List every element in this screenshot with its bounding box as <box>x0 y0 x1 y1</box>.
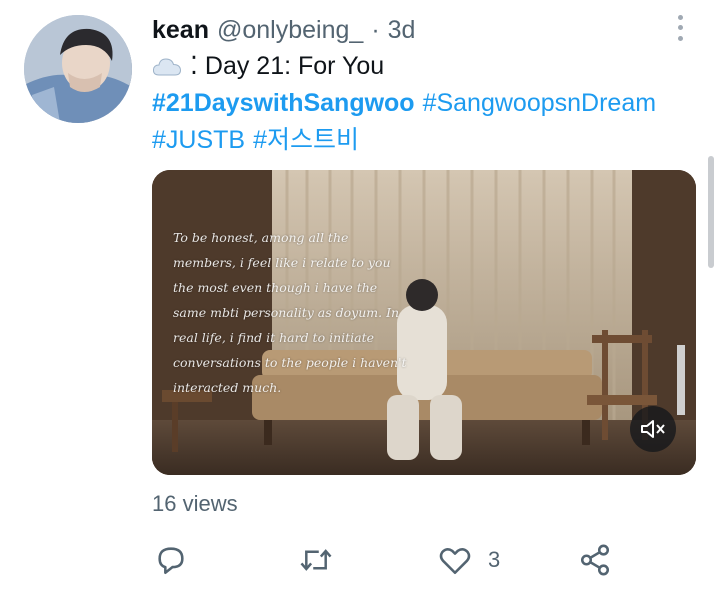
retweet-button[interactable] <box>298 538 334 582</box>
more-icon[interactable] <box>669 12 691 44</box>
video-player[interactable]: To be honest, among all the members, i f… <box>152 170 696 475</box>
tweet-actions: 3 <box>152 538 622 582</box>
tweet-line-3: #JUSTB #저스트비 <box>152 122 697 159</box>
hashtag-link[interactable]: #SangwoopsnDream <box>423 85 656 122</box>
mute-button[interactable] <box>630 406 676 452</box>
view-count: 16 views <box>152 491 238 516</box>
avatar[interactable] <box>24 15 132 123</box>
tweet-header: kean @onlybeing_ · 3d <box>152 13 415 47</box>
tweet-line-1: ☁️ ⁚ Day 21: For You <box>152 48 697 85</box>
display-name[interactable]: kean <box>152 16 209 45</box>
scrollbar[interactable] <box>708 156 714 268</box>
share-icon <box>580 544 610 576</box>
hashtag-link[interactable]: #21DayswithSangwoo <box>152 85 415 122</box>
handle[interactable]: @onlybeing_ <box>217 16 363 45</box>
cloud-icon: ☁️ <box>152 56 182 78</box>
share-button[interactable] <box>578 538 612 582</box>
reply-icon <box>158 547 184 575</box>
tweet-line-1-text: ⁚ Day 21: For You <box>190 52 385 80</box>
reply-button[interactable] <box>154 538 188 582</box>
mute-icon <box>641 420 665 438</box>
separator-dot: · <box>371 15 380 44</box>
timestamp[interactable]: 3d <box>388 16 416 45</box>
hashtag-link[interactable]: #JUSTB <box>152 122 245 159</box>
retweet-icon <box>300 549 332 571</box>
tweet-line-2: #21DayswithSangwoo #SangwoopsnDream <box>152 85 697 122</box>
like-icon <box>439 548 471 575</box>
hashtag-link[interactable]: #저스트비 <box>253 122 359 159</box>
like-count: 3 <box>488 547 501 572</box>
like-button[interactable]: 3 <box>438 538 500 582</box>
video-caption: To be honest, among all the members, i f… <box>173 230 407 395</box>
tweet-text: ☁️ ⁚ Day 21: For You #21DayswithSangwoo … <box>152 48 697 159</box>
